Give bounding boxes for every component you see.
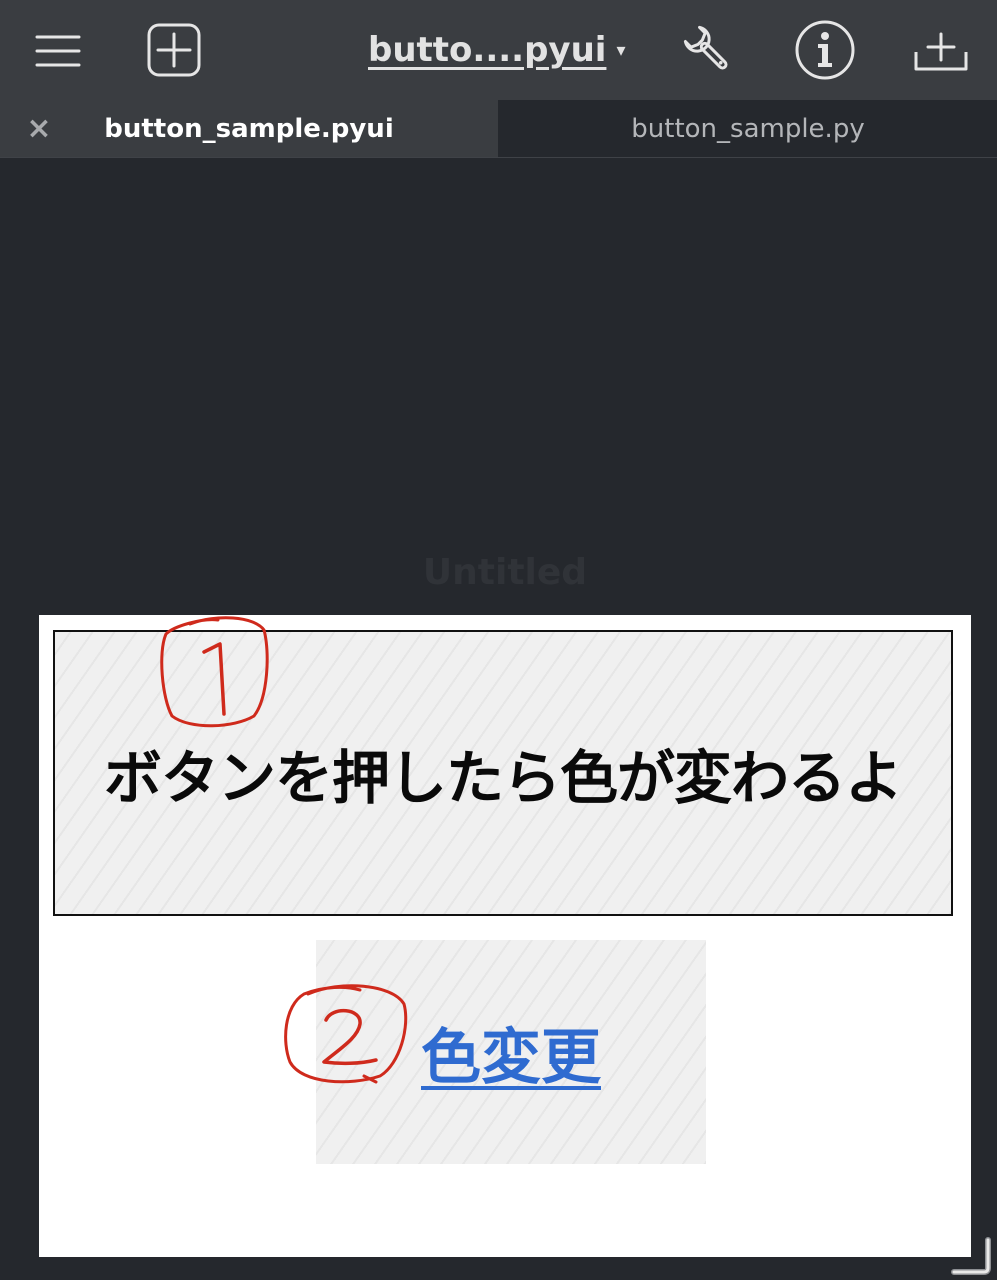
close-icon[interactable]: × [22,112,56,146]
info-circle-icon[interactable] [794,19,856,81]
top-toolbar: butto....pyui ▾ [0,0,997,100]
button-text: 色変更 [421,1022,601,1093]
tab-button-sample-pyui[interactable]: × button_sample.pyui [0,100,498,157]
tab-button-sample-py[interactable]: button_sample.py [499,100,997,157]
add-tray-icon[interactable] [912,22,970,78]
document-title: butto....pyui [368,30,607,70]
tab-bar: × button_sample.pyui button_sample.py [0,100,997,158]
plus-square-icon[interactable] [146,22,202,78]
ui-canvas[interactable]: ボタンを押したら色が変わるよ 色変更 [39,615,971,1257]
tab-label: button_sample.pyui [104,113,394,144]
resize-handle-icon[interactable] [950,1236,992,1276]
chevron-down-icon: ▾ [616,39,626,61]
color-change-button[interactable]: 色変更 [316,940,706,1164]
label-view[interactable]: ボタンを押したら色が変わるよ [53,630,953,916]
view-title: Untitled [422,552,588,593]
wrench-icon[interactable] [680,22,736,78]
document-title-menu[interactable]: butto....pyui ▾ [368,26,625,74]
tab-label: button_sample.py [631,113,865,144]
label-text: ボタンを押したら色が変わるよ [103,744,903,812]
hamburger-menu-icon[interactable] [30,22,86,78]
